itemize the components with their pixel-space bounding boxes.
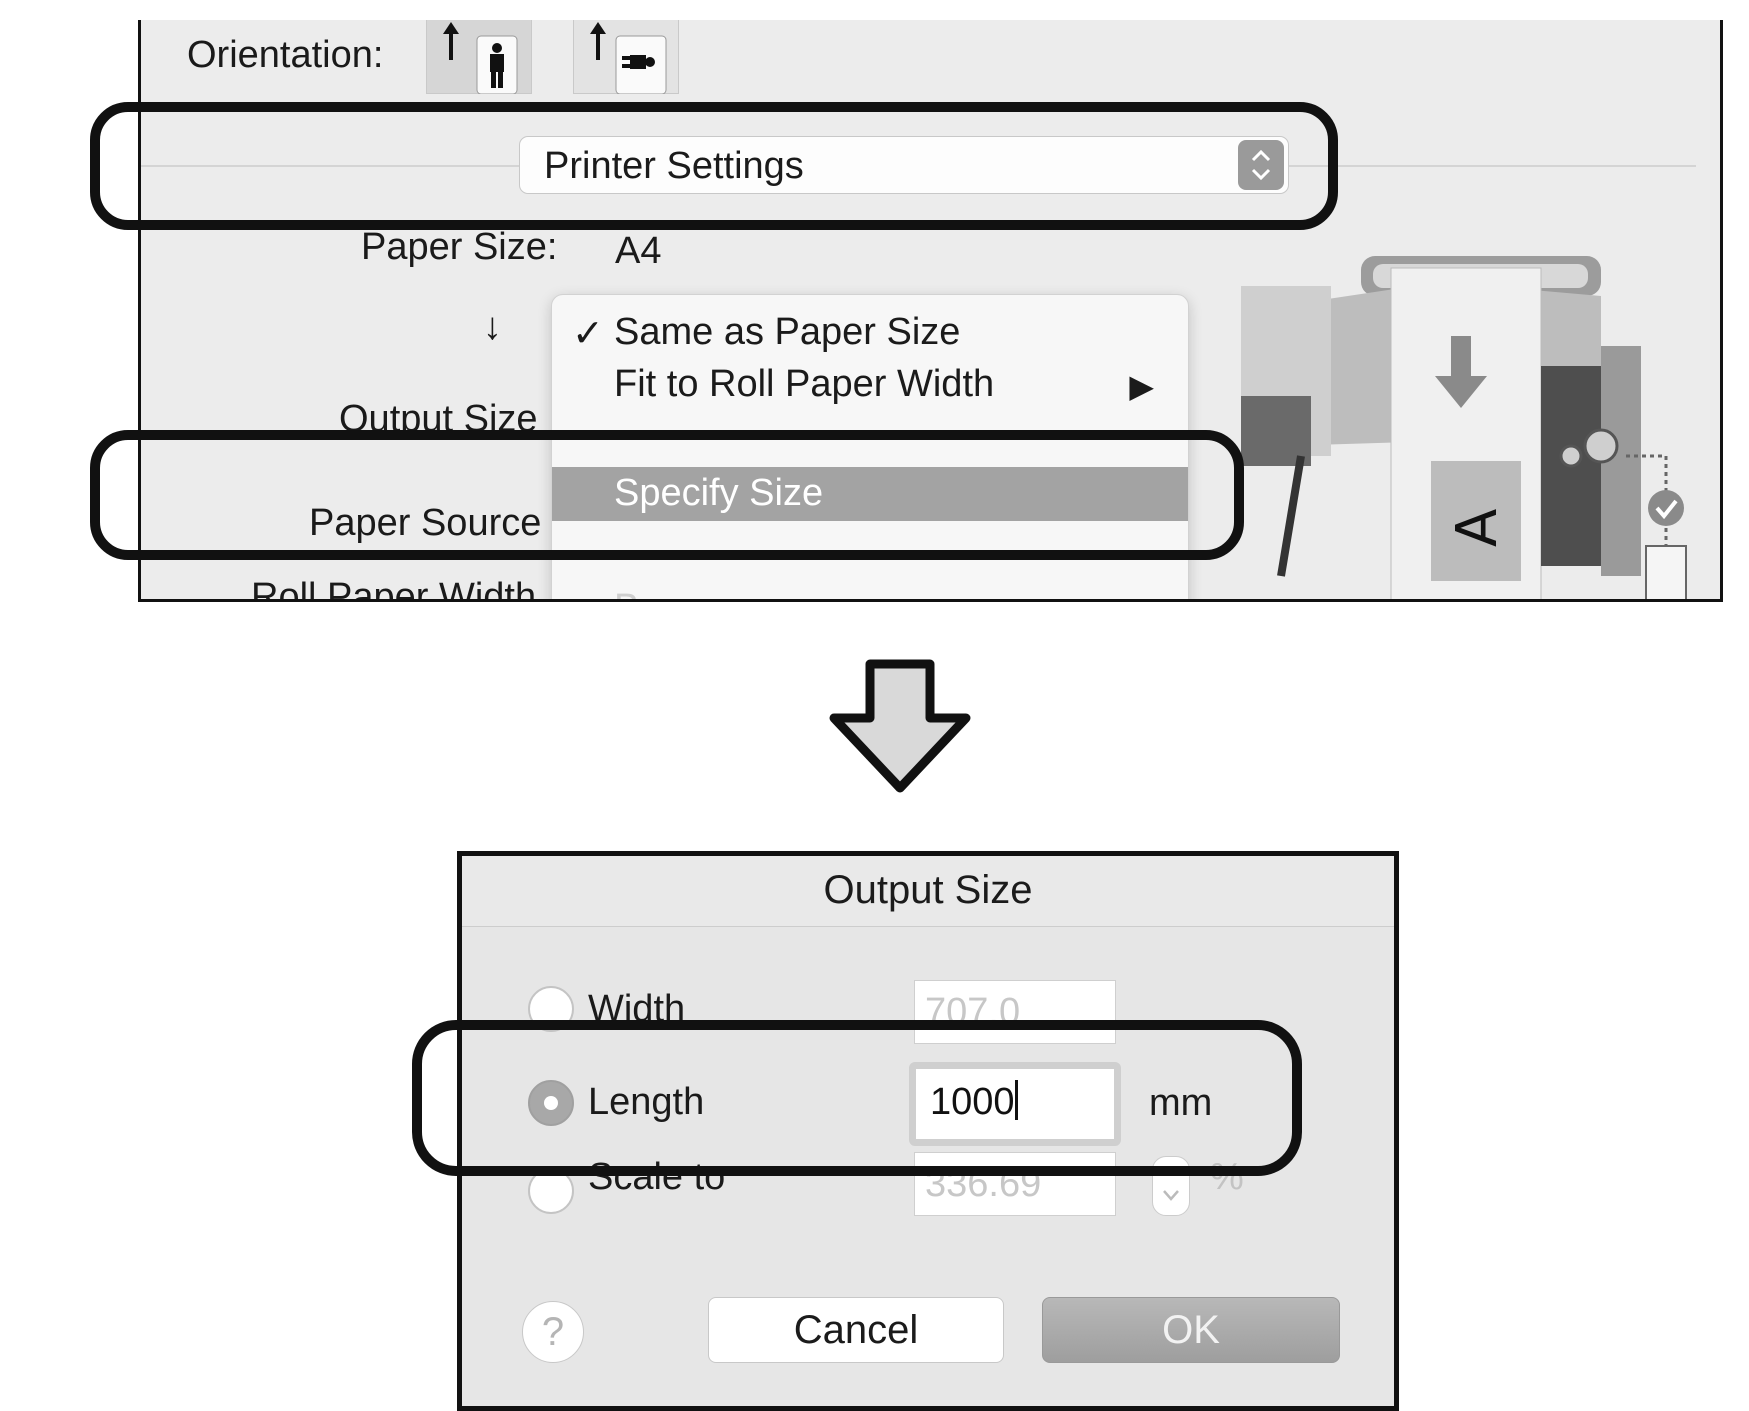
landscape-icon bbox=[590, 22, 667, 94]
menu-item-banner[interactable]: Banner bbox=[552, 587, 1188, 599]
output-size-menu: ✓ Same as Paper Size Fit to Roll Paper W… bbox=[551, 294, 1189, 599]
width-label: Width bbox=[588, 988, 686, 1030]
updown-chevron-icon bbox=[1238, 140, 1284, 190]
paper-size-value: A4 bbox=[615, 230, 662, 272]
orientation-portrait-button[interactable] bbox=[426, 20, 532, 94]
dialog-title: Output Size bbox=[823, 868, 1033, 912]
checkmark-icon: ✓ bbox=[572, 313, 604, 355]
large-format-printer-illustration: A bbox=[1241, 256, 1687, 599]
menu-item-same-as-paper-size[interactable]: ✓ Same as Paper Size bbox=[552, 311, 1188, 361]
print-settings-panel: Orientation: Printer Settings Paper Size… bbox=[138, 20, 1723, 602]
svg-text:A: A bbox=[1445, 509, 1510, 547]
step-down-arrow-icon bbox=[829, 659, 971, 793]
menu-item-fit-to-roll-paper-width[interactable]: Fit to Roll Paper Width ▶ bbox=[552, 363, 1188, 413]
length-label: Length bbox=[588, 1081, 705, 1123]
length-unit: mm bbox=[1149, 1082, 1213, 1124]
width-field[interactable]: 707.0 bbox=[914, 980, 1116, 1044]
portrait-icon bbox=[443, 22, 518, 94]
dialog-titlebar: Output Size bbox=[462, 856, 1394, 927]
stepper-chevron-icon bbox=[1163, 1190, 1179, 1201]
output-size-label: Output Size bbox=[339, 398, 538, 440]
panel-select-value: Printer Settings bbox=[544, 145, 804, 187]
length-radio[interactable] bbox=[528, 1080, 574, 1126]
width-radio[interactable] bbox=[528, 986, 574, 1032]
output-size-dialog: Output Size Width 707.0 Length 1000 mm S… bbox=[457, 851, 1399, 1411]
paper-size-label: Paper Size: bbox=[361, 226, 558, 268]
help-button[interactable]: ? bbox=[522, 1301, 584, 1363]
down-arrow-icon: ↓ bbox=[483, 306, 502, 348]
paper-source-label: Paper Source bbox=[309, 502, 542, 544]
cancel-button[interactable]: Cancel bbox=[708, 1297, 1004, 1363]
ok-button[interactable]: OK bbox=[1042, 1297, 1340, 1363]
scale-radio[interactable] bbox=[528, 1168, 574, 1214]
text-cursor bbox=[1014, 1080, 1018, 1120]
length-input-value: 1000 bbox=[930, 1081, 1015, 1123]
length-input[interactable]: 1000 bbox=[909, 1062, 1121, 1146]
scale-label: Scale to bbox=[588, 1156, 726, 1198]
roll-paper-width-label: Roll Paper Width bbox=[251, 576, 537, 602]
submenu-arrow-icon: ▶ bbox=[1129, 368, 1154, 404]
orientation-label: Orientation: bbox=[187, 34, 384, 76]
panel-select-dropdown[interactable]: Printer Settings bbox=[519, 136, 1289, 194]
scale-stepper[interactable] bbox=[1152, 1156, 1190, 1216]
scale-unit: % bbox=[1210, 1156, 1244, 1198]
scale-field[interactable]: 336.69 bbox=[914, 1152, 1116, 1216]
orientation-landscape-button[interactable] bbox=[573, 20, 679, 94]
menu-item-specify-size[interactable]: Specify Size bbox=[552, 467, 1188, 521]
